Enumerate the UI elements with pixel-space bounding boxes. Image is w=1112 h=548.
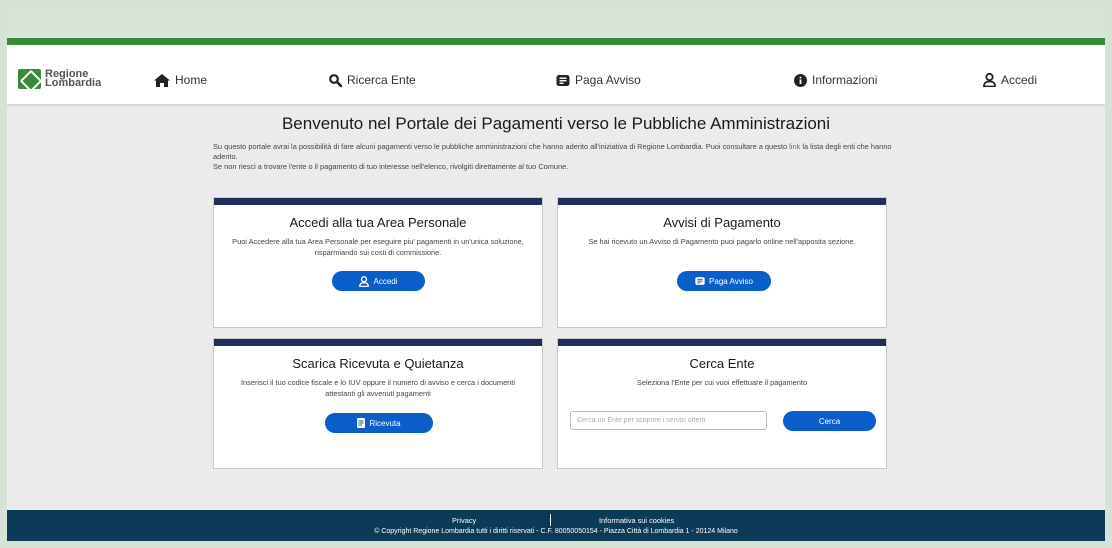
search-ente-input[interactable] (570, 411, 767, 430)
receipt-icon (695, 277, 705, 285)
nav-paga-label: Paga Avviso (575, 73, 641, 87)
copyright-text: © Copyright Regione Lombardia tutti i di… (374, 528, 738, 535)
home-icon (154, 73, 170, 87)
receipt-icon (556, 74, 570, 86)
card-header-bar (558, 339, 886, 346)
nav-accedi[interactable]: Accedi (983, 73, 1037, 87)
footer-divider (550, 514, 551, 526)
ricevuta-button[interactable]: Ricevuta (325, 413, 433, 433)
nav-paga-avviso[interactable]: Paga Avviso (556, 73, 641, 87)
header: Regione Lombardia Home Ricerca Ente Paga… (7, 45, 1105, 105)
brand-stripe (7, 38, 1105, 45)
card-cerca-ente: Cerca Ente Seleziona l'Ente per cui vuoi… (557, 338, 887, 469)
intro-text: Su questo portale avrai la possibilità d… (213, 142, 903, 172)
card-header-bar (214, 198, 542, 205)
card-title: Scarica Ricevuta e Quietanza (292, 356, 464, 371)
logo[interactable]: Regione Lombardia (18, 69, 101, 89)
page-title: Benvenuto nel Portale dei Pagamenti vers… (281, 114, 831, 133)
card-text: Se hai ricevuto un Avviso di Pagamento p… (588, 237, 856, 246)
accedi-button-label: Accedi (373, 276, 398, 286)
intro-text-3: Se non riesci a trovare l'ente o il paga… (213, 162, 569, 171)
enti-list-link[interactable]: link (789, 142, 800, 151)
intro-text-1: Su questo portale avrai la possibilità d… (213, 142, 790, 151)
search-icon (329, 73, 342, 87)
accedi-button[interactable]: Accedi (332, 271, 425, 291)
card-title: Accedi alla tua Area Personale (289, 215, 467, 230)
logo-line-2: Lombardia (45, 77, 102, 89)
info-icon (794, 73, 807, 87)
nav-informazioni[interactable]: Informazioni (794, 73, 877, 87)
cookies-link[interactable]: Informativa sui cookies (599, 516, 674, 525)
logo-text: Regione Lombardia (45, 69, 102, 89)
user-icon (359, 275, 370, 287)
paga-avviso-button-label: Paga Avviso (709, 276, 753, 286)
card-text: Puoi Accedere alla tua Area Personale pe… (232, 237, 524, 257)
card-header-bar (214, 339, 542, 346)
nav-ricerca-ente[interactable]: Ricerca Ente (329, 73, 416, 87)
card-text: Seleziona l'Ente per cui vuoi effettuare… (636, 378, 808, 387)
nav-info-label: Informazioni (812, 73, 878, 87)
card-title: Cerca Ente (689, 356, 755, 371)
card-avvisi-pagamento: Avvisi di Pagamento Se hai ricevuto un A… (557, 197, 887, 328)
nav-home[interactable]: Home (154, 73, 207, 87)
card-header-bar (558, 198, 886, 205)
user-icon (983, 73, 996, 87)
nav-home-label: Home (175, 73, 208, 87)
document-icon (357, 418, 366, 428)
card-scarica-ricevuta: Scarica Ricevuta e Quietanza Inserisci i… (213, 338, 543, 469)
card-text: Inserisci il tuo codice fiscale e lo IUV… (241, 378, 515, 398)
privacy-link[interactable]: Privacy (452, 516, 476, 525)
page: Regione Lombardia Home Ricerca Ente Paga… (7, 7, 1105, 541)
nav-ricerca-label: Ricerca Ente (347, 73, 416, 87)
nav-accedi-label: Accedi (1001, 73, 1038, 87)
top-spacer (7, 7, 1105, 38)
card-area-personale: Accedi alla tua Area Personale Puoi Acce… (213, 197, 543, 328)
ricevuta-button-label: Ricevuta (369, 418, 401, 428)
footer: Privacy Informativa sui cookies © Copyri… (7, 510, 1105, 541)
card-title: Avvisi di Pagamento (663, 215, 781, 230)
cerca-button-label: Cerca (818, 416, 841, 426)
cerca-button[interactable]: Cerca (783, 411, 876, 431)
paga-avviso-button[interactable]: Paga Avviso (677, 271, 771, 291)
regione-lombardia-logo-icon (18, 69, 41, 89)
